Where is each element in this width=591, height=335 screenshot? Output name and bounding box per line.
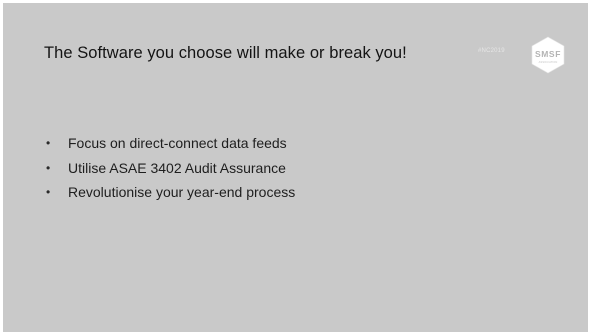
- presentation-slide: The Software you choose will make or bre…: [3, 3, 588, 332]
- bullet-dot-icon: •: [46, 160, 51, 175]
- bullet-item: • Focus on direct-connect data feeds: [45, 131, 295, 156]
- bullet-item: • Revolutionise your year-end process: [45, 180, 295, 205]
- slide-title: The Software you choose will make or bre…: [44, 44, 407, 62]
- bullet-text: Focus on direct-connect data feeds: [68, 135, 287, 151]
- bullet-item: • Utilise ASAE 3402 Audit Assurance: [45, 156, 295, 181]
- smsf-association-logo: SMSF ASSOCIATION: [531, 36, 565, 74]
- logo-text: SMSF: [535, 49, 561, 59]
- bullet-text: Revolutionise your year-end process: [68, 184, 296, 200]
- logo-subtext: ASSOCIATION: [539, 60, 558, 64]
- bullet-dot-icon: •: [46, 136, 51, 150]
- bullet-text: Utilise ASAE 3402 Audit Assurance: [68, 159, 286, 176]
- bullet-dot-icon: •: [46, 185, 51, 199]
- bullet-list: • Focus on direct-connect data feeds • U…: [45, 131, 295, 205]
- conference-hashtag: #NC2019: [478, 48, 505, 54]
